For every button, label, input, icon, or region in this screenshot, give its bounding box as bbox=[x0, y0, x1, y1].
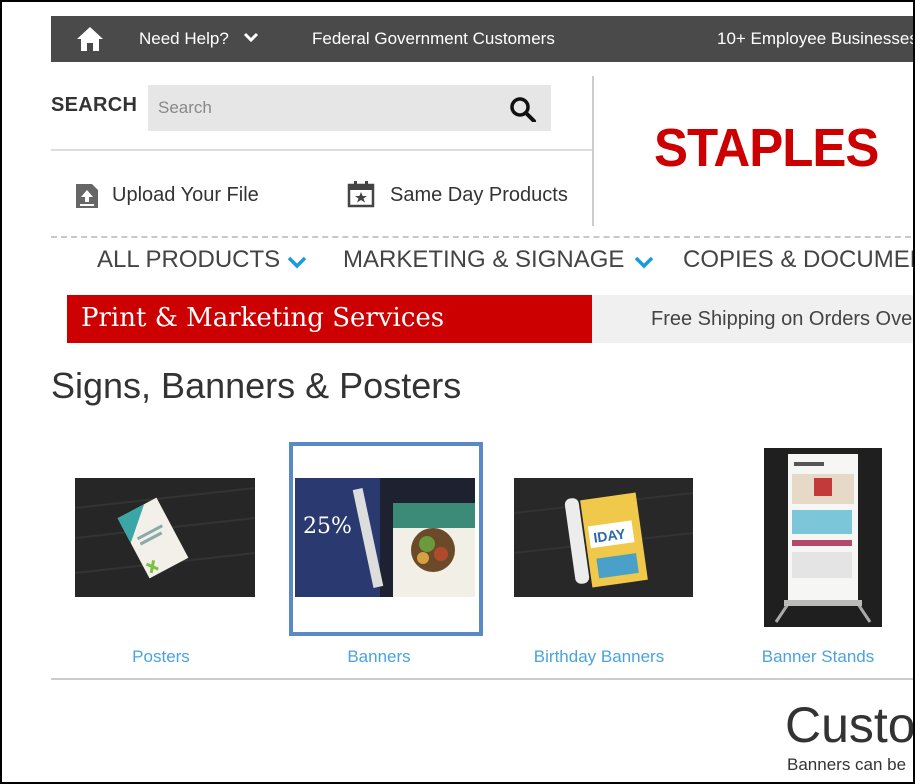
utility-bar: Need Help? Federal Government Customers … bbox=[51, 16, 913, 62]
birthday-banners-link[interactable]: Birthday Banners bbox=[499, 647, 699, 667]
search-input[interactable] bbox=[148, 85, 498, 131]
banner-stands-link[interactable]: Banner Stands bbox=[718, 647, 913, 667]
nav-copies-documents[interactable]: COPIES & DOCUMENTS bbox=[683, 246, 913, 274]
nav-marketing-signage[interactable]: MARKETING & SIGNAGE bbox=[343, 246, 624, 274]
nav-all-products[interactable]: ALL PRODUCTS bbox=[97, 246, 280, 274]
home-icon[interactable] bbox=[75, 25, 105, 53]
posters-image[interactable] bbox=[75, 478, 255, 597]
search-icon[interactable] bbox=[509, 96, 539, 122]
staples-logo[interactable]: STAPLES bbox=[654, 117, 879, 179]
birthday-banners-image[interactable]: IDAY bbox=[514, 478, 693, 597]
header-divider bbox=[592, 76, 594, 226]
chevron-down-icon[interactable] bbox=[286, 254, 308, 270]
need-help-menu[interactable]: Need Help? bbox=[139, 29, 229, 49]
shipping-promo-text: Free Shipping on Orders Over bbox=[651, 308, 915, 330]
banners-image[interactable]: 25% bbox=[295, 478, 475, 597]
custom-section-heading: Custo bbox=[785, 697, 915, 753]
same-day-products-label: Same Day Products bbox=[390, 184, 568, 206]
svg-text:25%: 25% bbox=[303, 514, 352, 539]
search-bar bbox=[148, 85, 551, 131]
posters-link[interactable]: Posters bbox=[61, 647, 261, 667]
employee-business-link[interactable]: 10+ Employee Businesses bbox=[717, 29, 913, 49]
banner-stand-illustration bbox=[764, 448, 882, 627]
search-label: SEARCH bbox=[51, 94, 138, 116]
same-day-products-link[interactable]: Same Day Products bbox=[347, 180, 568, 214]
banners-link[interactable]: Banners bbox=[279, 647, 479, 667]
banner-stands-image[interactable] bbox=[764, 448, 882, 627]
section-divider bbox=[51, 678, 913, 680]
upload-file-label: Upload Your File bbox=[112, 184, 259, 206]
federal-customers-link[interactable]: Federal Government Customers bbox=[312, 29, 555, 49]
calendar-star-icon bbox=[347, 181, 375, 208]
search-divider bbox=[51, 149, 592, 151]
upload-file-link[interactable]: Upload Your File bbox=[74, 180, 259, 216]
nav-divider bbox=[51, 236, 913, 238]
chevron-down-icon[interactable] bbox=[633, 254, 655, 270]
custom-section-text: Banners can be bbox=[787, 755, 907, 774]
banner-illustration: 25% bbox=[295, 478, 475, 597]
page-frame: Need Help? Federal Government Customers … bbox=[0, 0, 915, 784]
poster-illustration bbox=[75, 478, 255, 597]
upload-icon bbox=[76, 184, 98, 208]
section-banner: Print & Marketing Services bbox=[67, 295, 592, 343]
chevron-down-icon[interactable] bbox=[243, 30, 259, 44]
shipping-promo: Free Shipping on Orders Over bbox=[592, 295, 915, 343]
page-title: Signs, Banners & Posters bbox=[51, 365, 462, 406]
section-title: Print & Marketing Services bbox=[81, 303, 445, 333]
birthday-banner-illustration: IDAY bbox=[514, 478, 693, 597]
